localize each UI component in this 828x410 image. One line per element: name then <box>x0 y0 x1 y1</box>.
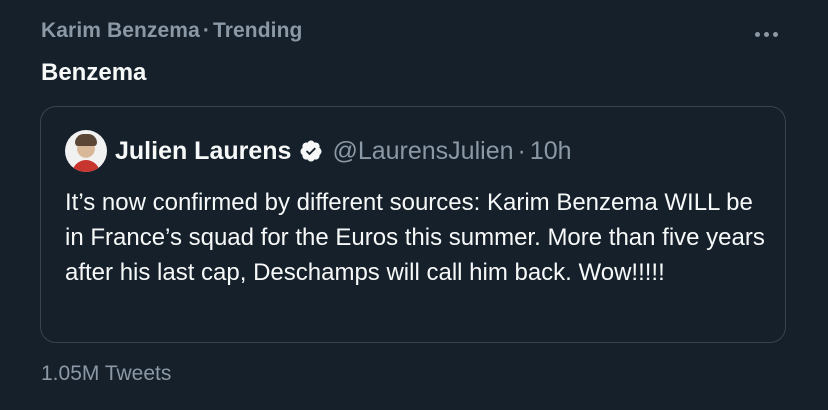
trend-context-name: Karim Benzema <box>41 19 200 42</box>
header-separator: · <box>517 136 526 165</box>
tweet-count: 1.05M Tweets <box>41 362 172 385</box>
trend-context-label: Trending <box>212 19 303 42</box>
more-options-button[interactable] <box>748 20 784 48</box>
more-horizontal-icon <box>754 31 778 37</box>
author-name[interactable]: Julien Laurens <box>115 137 291 166</box>
tweet-timestamp[interactable]: 10h <box>530 137 572 166</box>
trend-context: Karim Benzema · Trending <box>41 19 302 43</box>
quoted-tweet-header: Julien Laurens @LaurensJulien · 10h <box>63 130 572 172</box>
trend-title: Benzema <box>41 59 147 86</box>
avatar[interactable] <box>65 130 107 172</box>
quoted-tweet-text: It’s now confirmed by different sources:… <box>65 189 765 286</box>
quoted-tweet-card[interactable]: Julien Laurens @LaurensJulien · 10h It’s… <box>40 106 786 343</box>
trend-context-separator: · <box>202 19 210 42</box>
trend-item[interactable]: Karim Benzema · Trending Benzema Julien La… <box>0 0 828 410</box>
verified-badge-icon <box>300 140 322 162</box>
author-handle[interactable]: @LaurensJulien <box>332 137 513 166</box>
